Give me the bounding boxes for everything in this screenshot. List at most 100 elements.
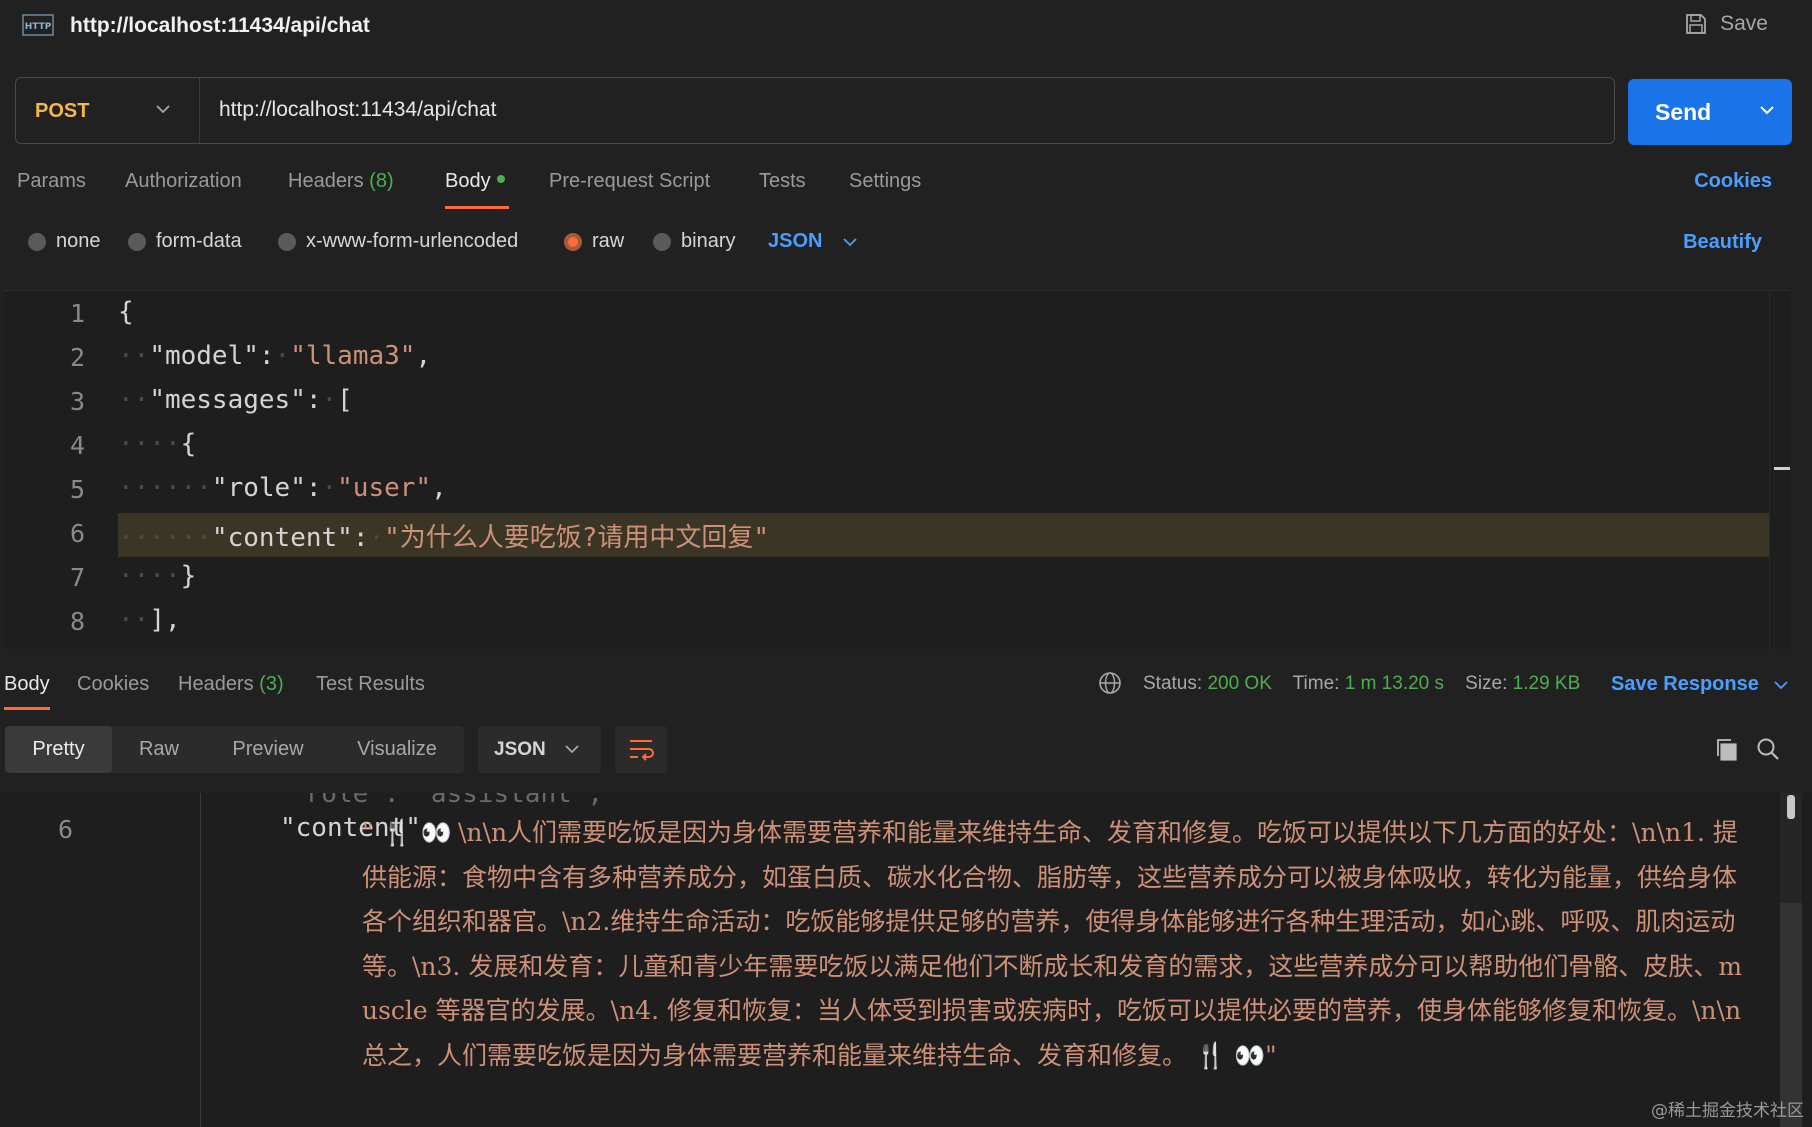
json-string-value: " 🍴 👀 \n\n人们需要吃饭是因为身体需要营养和能量来维持生命、发育和修复。… xyxy=(362,811,1757,1078)
response-tab-headers-count: (3) xyxy=(259,673,284,695)
url-input[interactable]: http://localhost:11434/api/chat xyxy=(219,98,496,122)
json-key: "messages" xyxy=(149,385,306,415)
chevron-down-icon xyxy=(1774,680,1788,689)
svg-text:HTTP: HTTP xyxy=(25,22,52,32)
code-line: ··"model":·"llama3", xyxy=(118,341,432,371)
radio-selected-icon xyxy=(564,232,582,251)
view-preview[interactable]: Preview xyxy=(206,726,330,773)
line-number: 6 xyxy=(69,519,85,548)
editor-scrollbar[interactable] xyxy=(1769,291,1790,649)
save-button[interactable]: Save xyxy=(1684,12,1768,36)
body-type-label: x-www-form-urlencoded xyxy=(306,230,519,252)
tab-settings[interactable]: Settings xyxy=(849,170,921,193)
search-icon[interactable] xyxy=(1755,736,1781,762)
code-text: { xyxy=(118,297,134,327)
time-value[interactable]: 1 m 13.20 s xyxy=(1345,673,1444,694)
tab-tests[interactable]: Tests xyxy=(759,170,806,193)
response-scrollbar[interactable] xyxy=(1780,793,1802,1127)
tab-headers[interactable]: Headers (8) xyxy=(288,170,394,193)
code-text: ], xyxy=(149,605,181,635)
indent-guide xyxy=(200,793,201,1127)
content-text: \n\n人们需要吃饭是因为身体需要营养和能量来维持生命、发育和修复。吃饭可以提供… xyxy=(362,818,1743,1070)
active-tab-indicator xyxy=(445,206,509,209)
response-tab-test-results[interactable]: Test Results xyxy=(316,673,425,696)
wrap-lines-button[interactable] xyxy=(615,726,667,773)
save-response-label: Save Response xyxy=(1611,673,1759,695)
body-format-dropdown[interactable]: JSON xyxy=(768,230,858,253)
body-format-label: JSON xyxy=(768,230,823,252)
code-line: ··"messages":·[ xyxy=(118,385,353,415)
response-tab-headers[interactable]: Headers (3) xyxy=(178,673,284,696)
line-number: 4 xyxy=(69,431,85,460)
body-type-binary[interactable]: binary xyxy=(653,230,735,253)
line-number: 8 xyxy=(69,607,85,636)
line-number: 3 xyxy=(69,387,85,416)
size-value[interactable]: 1.29 KB xyxy=(1513,673,1581,694)
method-dropdown[interactable]: POST xyxy=(16,78,200,143)
cookies-link[interactable]: Cookies xyxy=(1694,170,1772,193)
radio-icon xyxy=(28,232,46,251)
view-visualize[interactable]: Visualize xyxy=(330,726,464,773)
http-icon: HTTP xyxy=(22,14,54,36)
line-number: 1 xyxy=(69,299,85,328)
body-type-urlencoded[interactable]: x-www-form-urlencoded xyxy=(278,230,518,253)
request-body-editor[interactable]: 1 { 2 ··"model":·"llama3", 3 ··"messages… xyxy=(5,290,1790,649)
code-text: } xyxy=(180,561,197,591)
json-key: "content" xyxy=(211,523,353,553)
copy-icon[interactable] xyxy=(1714,737,1740,763)
send-button[interactable]: Send xyxy=(1628,79,1792,145)
body-type-form-data[interactable]: form-data xyxy=(128,230,242,253)
response-format-label: JSON xyxy=(494,739,546,760)
response-body-viewer[interactable]: "role": "assistant", 6 "content": " 🍴 👀 … xyxy=(0,793,1812,1127)
tab-headers-count: (8) xyxy=(369,170,394,192)
response-tab-body[interactable]: Body xyxy=(4,673,50,696)
json-string: "user" xyxy=(337,473,432,503)
json-string: "llama3" xyxy=(290,341,416,371)
body-type-label: none xyxy=(56,230,101,252)
beautify-button[interactable]: Beautify xyxy=(1683,231,1762,254)
wrap-lines-icon xyxy=(630,740,654,761)
tab-headers-label: Headers xyxy=(288,170,364,192)
chevron-down-icon xyxy=(565,745,579,754)
code-text: { xyxy=(180,429,197,459)
code-text: [ xyxy=(337,385,353,415)
response-format-dropdown[interactable]: JSON xyxy=(478,726,601,773)
view-raw[interactable]: Raw xyxy=(112,726,206,773)
tab-pre-request-script[interactable]: Pre-request Script xyxy=(549,170,710,193)
line-number: 7 xyxy=(69,563,85,592)
status-value[interactable]: 200 OK xyxy=(1207,673,1271,694)
time-label: Time: xyxy=(1292,673,1340,694)
radio-icon xyxy=(653,232,671,251)
radio-icon xyxy=(128,232,146,251)
response-view-selector: Pretty Raw Preview Visualize xyxy=(5,726,464,773)
modified-dot xyxy=(496,174,505,183)
body-type-label: form-data xyxy=(156,230,242,252)
size-label: Size: xyxy=(1465,673,1508,694)
radio-icon xyxy=(278,232,296,251)
response-tab-cookies[interactable]: Cookies xyxy=(77,673,149,696)
chevron-down-icon[interactable] xyxy=(1758,101,1776,119)
save-label: Save xyxy=(1720,12,1768,35)
globe-icon[interactable] xyxy=(1098,671,1122,695)
tab-params[interactable]: Params xyxy=(17,170,86,193)
request-tab-header: HTTP http://localhost:11434/api/chat Sav… xyxy=(0,0,1812,52)
request-title: http://localhost:11434/api/chat xyxy=(70,14,370,37)
body-type-raw[interactable]: raw xyxy=(564,230,624,253)
body-type-label: binary xyxy=(681,230,736,252)
line-number: 6 xyxy=(58,815,74,844)
content-lead: " 🍴 👀 xyxy=(362,818,452,847)
json-string: "为什么人要吃饭?请用中文回复" xyxy=(384,523,770,553)
tab-authorization[interactable]: Authorization xyxy=(125,170,242,193)
tab-body[interactable]: Body xyxy=(445,170,505,193)
send-label: Send xyxy=(1655,99,1712,125)
method-label: POST xyxy=(35,100,90,122)
status-label: Status: xyxy=(1143,673,1203,694)
body-type-label: raw xyxy=(592,230,625,252)
active-tab-indicator xyxy=(4,707,50,710)
scrollbar-thumb[interactable] xyxy=(1787,795,1795,819)
save-response-button[interactable]: Save Response xyxy=(1611,673,1789,696)
body-type-none[interactable]: none xyxy=(28,230,101,253)
view-pretty[interactable]: Pretty xyxy=(5,726,112,773)
response-meta: Status: 200 OK Time: 1 m 13.20 s Size: 1… xyxy=(1143,673,1580,695)
json-key: "model" xyxy=(149,341,259,371)
